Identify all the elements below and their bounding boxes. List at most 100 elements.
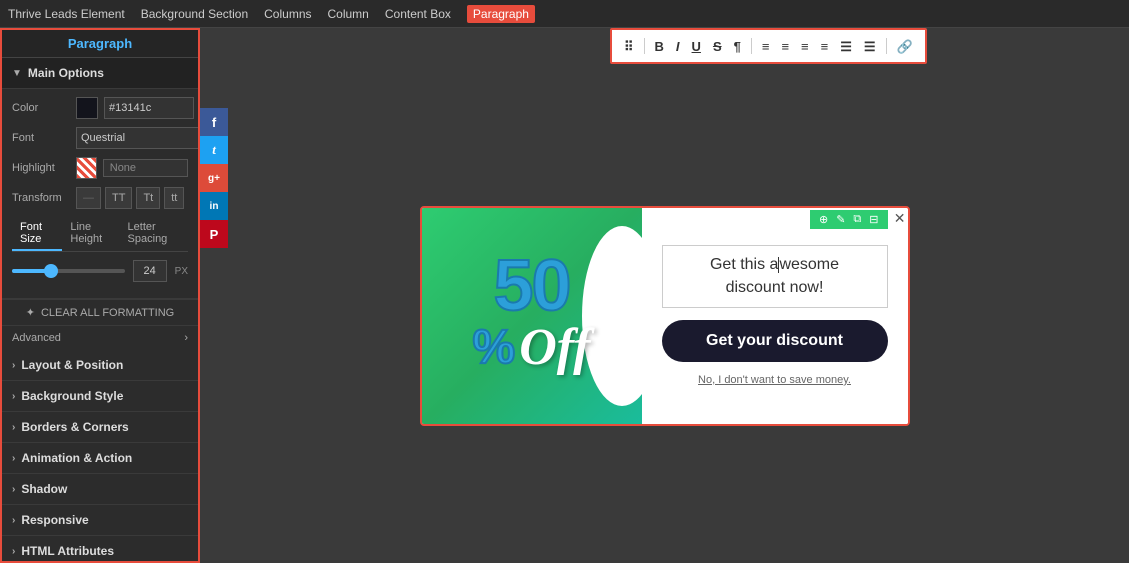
toolbar-align-justify[interactable]: ≡ <box>817 38 833 55</box>
card-close-button[interactable]: ✕ <box>894 210 906 227</box>
clear-formatting-label: CLEAR ALL FORMATTING <box>41 307 174 319</box>
sidebar-tab-header: Paragraph <box>2 30 198 58</box>
white-blob-decoration <box>582 226 642 406</box>
font-label: Font <box>12 132 70 144</box>
font-size-slider[interactable] <box>12 269 125 273</box>
slider-track <box>12 269 46 273</box>
left-sidebar: Paragraph ▼ Main Options Color Font ✏ Hi… <box>0 28 200 563</box>
arrow-html: › <box>12 546 15 557</box>
clear-icon: ✦ <box>26 306 35 319</box>
main-layout: ⠿ B I U S ¶ ≡ ≡ ≡ ≡ ☰ ☰ 🔗 Paragraph ▼ Ma… <box>0 28 1129 563</box>
section-animation-label: Animation & Action <box>21 451 132 465</box>
card-title-box: Get this awesomediscount now! <box>662 245 888 308</box>
social-google-plus-btn[interactable]: g+ <box>200 164 228 192</box>
social-pinterest-btn[interactable]: P <box>200 220 228 248</box>
percent-off-row: % Off <box>473 318 591 377</box>
transform-lowercase-btn[interactable]: tt <box>164 187 184 209</box>
arrow-borders: › <box>12 422 15 433</box>
section-borders-corners[interactable]: › Borders & Corners <box>2 412 198 443</box>
section-background-style[interactable]: › Background Style <box>2 381 198 412</box>
toolbar-drag-handle[interactable]: ⠿ <box>620 38 638 55</box>
toolbar-list-unordered[interactable]: ☰ <box>836 38 856 55</box>
off-text: Off <box>519 318 590 377</box>
arrow-shadow: › <box>12 484 15 495</box>
section-main-options-label: Main Options <box>28 66 104 80</box>
preview-card: ✕ ⊕ ✎ ⧉ ⊟ 50 % Off <box>420 206 910 426</box>
section-main-options[interactable]: ▼ Main Options <box>2 58 198 89</box>
cta-button[interactable]: Get your discount <box>662 320 888 362</box>
content-area: ✕ ⊕ ✎ ⧉ ⊟ 50 % Off <box>200 28 1129 563</box>
arrow-responsive: › <box>12 515 15 526</box>
transform-off-btn[interactable]: — <box>76 187 101 209</box>
font-tabs: Font Size Line Height Letter Spacing <box>12 217 188 252</box>
section-shadow[interactable]: › Shadow <box>2 474 198 505</box>
font-size-tab[interactable]: Font Size <box>12 217 62 251</box>
card-ctrl-clone[interactable]: ⧉ <box>850 212 864 227</box>
toolbar-align-left[interactable]: ≡ <box>758 38 774 55</box>
highlight-label: Highlight <box>12 162 70 174</box>
font-size-value[interactable] <box>133 260 167 282</box>
arrow-background: › <box>12 391 15 402</box>
color-input[interactable] <box>104 97 194 119</box>
main-options-content: Color Font ✏ Highlight None Transform — <box>2 89 198 299</box>
card-right-panel: Get this awesomediscount now! Get your d… <box>642 208 908 424</box>
card-header-controls: ⊕ ✎ ⧉ ⊟ <box>810 210 888 229</box>
advanced-row[interactable]: Advanced › <box>2 325 198 350</box>
toolbar-strikethrough[interactable]: S <box>709 38 726 55</box>
toolbar-underline[interactable]: U <box>688 38 705 55</box>
section-layout-position[interactable]: › Layout & Position <box>2 350 198 381</box>
toolbar-bold[interactable]: B <box>651 38 668 55</box>
toolbar-link[interactable]: 🔗 <box>893 38 917 55</box>
transform-label: Transform <box>12 192 70 204</box>
line-height-tab[interactable]: Line Height <box>62 217 119 251</box>
toolbar-separator-3 <box>886 38 887 54</box>
toolbar-align-center[interactable]: ≡ <box>777 38 793 55</box>
color-label: Color <box>12 102 70 114</box>
advanced-chevron-icon: › <box>184 332 188 344</box>
clear-formatting-btn[interactable]: ✦ CLEAR ALL FORMATTING <box>2 299 198 325</box>
formatting-toolbar: ⠿ B I U S ¶ ≡ ≡ ≡ ≡ ☰ ☰ 🔗 <box>610 28 927 64</box>
slider-thumb[interactable] <box>44 264 58 278</box>
font-row: Font ✏ <box>12 127 188 149</box>
card-headline[interactable]: Get this awesomediscount now! <box>675 254 875 299</box>
nav-thrive-leads[interactable]: Thrive Leads Element <box>8 7 125 21</box>
social-twitter-btn[interactable]: t <box>200 136 228 164</box>
section-shadow-label: Shadow <box>21 482 67 496</box>
toolbar-separator-1 <box>644 38 645 54</box>
color-swatch[interactable] <box>76 97 98 119</box>
section-borders-label: Borders & Corners <box>21 420 128 434</box>
highlight-swatch[interactable] <box>76 157 97 179</box>
transform-capitalize-btn[interactable]: Tt <box>136 187 160 209</box>
color-row: Color <box>12 97 188 119</box>
toolbar-italic[interactable]: I <box>672 38 684 55</box>
font-input[interactable] <box>76 127 200 149</box>
section-responsive[interactable]: › Responsive <box>2 505 198 536</box>
section-html-attributes[interactable]: › HTML Attributes <box>2 536 198 563</box>
nav-column[interactable]: Column <box>328 7 369 21</box>
nav-paragraph[interactable]: Paragraph <box>467 5 535 23</box>
nav-background-section[interactable]: Background Section <box>141 7 248 21</box>
social-sidebar: f t g+ in P <box>200 108 228 248</box>
toolbar-align-right[interactable]: ≡ <box>797 38 813 55</box>
font-size-slider-row: PX <box>12 260 188 282</box>
toolbar-separator-2 <box>751 38 752 54</box>
letter-spacing-tab[interactable]: Letter Spacing <box>120 217 188 251</box>
social-linkedin-btn[interactable]: in <box>200 192 228 220</box>
section-html-label: HTML Attributes <box>21 544 114 558</box>
section-animation-action[interactable]: › Animation & Action <box>2 443 198 474</box>
card-ctrl-delete[interactable]: ⊟ <box>866 212 881 227</box>
transform-row: Transform — TT Tt tt <box>12 187 188 209</box>
card-left-panel: 50 % Off <box>422 208 642 424</box>
decline-link[interactable]: No, I don't want to save money. <box>698 374 851 386</box>
card-ctrl-move[interactable]: ⊕ <box>816 212 831 227</box>
section-background-label: Background Style <box>21 389 123 403</box>
nav-content-box[interactable]: Content Box <box>385 7 451 21</box>
arrow-main-options: ▼ <box>12 68 22 79</box>
nav-columns[interactable]: Columns <box>264 7 311 21</box>
card-ctrl-edit[interactable]: ✎ <box>833 212 848 227</box>
toolbar-list-ordered[interactable]: ☰ <box>860 38 880 55</box>
transform-uppercase-btn[interactable]: TT <box>105 187 132 209</box>
social-facebook-btn[interactable]: f <box>200 108 228 136</box>
toolbar-paragraph[interactable]: ¶ <box>730 38 745 55</box>
advanced-label: Advanced <box>12 332 61 344</box>
